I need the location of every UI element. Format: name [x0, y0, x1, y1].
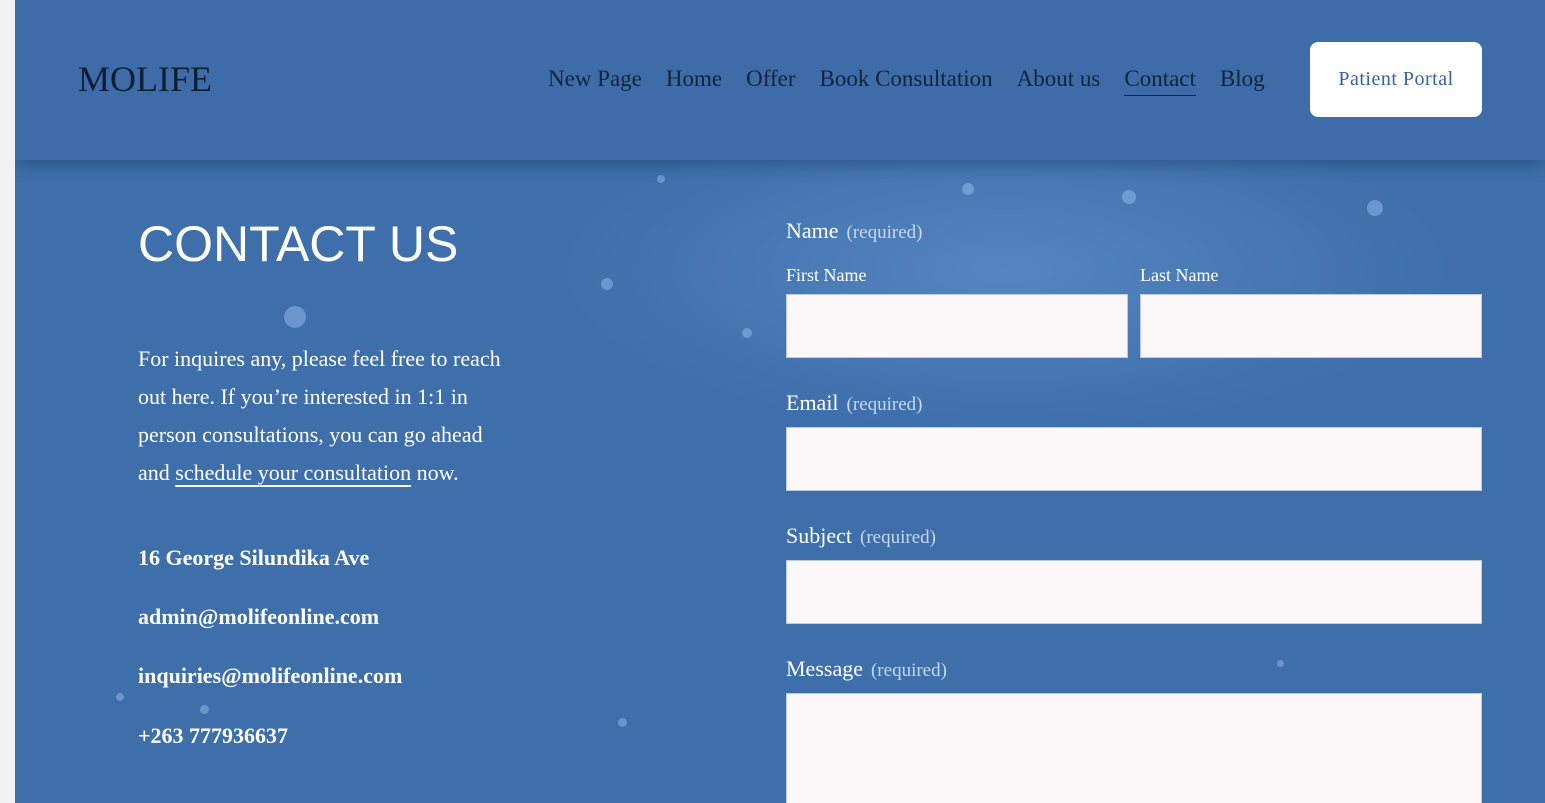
phone-text[interactable]: +263 777936637	[138, 723, 288, 749]
bokeh-dot	[1367, 200, 1383, 216]
nav-link-new-page[interactable]: New Page	[548, 66, 642, 96]
bokeh-dot	[742, 328, 752, 338]
admin-email-text[interactable]: admin@molifeonline.com	[138, 604, 379, 630]
inquiries-email-text[interactable]: inquiries@molifeonline.com	[138, 663, 402, 689]
required-indicator: (required)	[860, 527, 936, 548]
page-title: CONTACT US	[138, 216, 459, 272]
email-label-text: Email	[786, 390, 839, 415]
bokeh-dot	[1122, 190, 1136, 204]
last-name-label: Last Name	[1140, 265, 1219, 285]
site-header: MOLIFE New Page Home Offer Book Consulta…	[15, 0, 1545, 160]
required-indicator: (required)	[870, 660, 947, 681]
nav-link-blog[interactable]: Blog	[1220, 66, 1265, 96]
subject-input[interactable]	[786, 560, 1482, 624]
main-nav: New Page Home Offer Book Consultation Ab…	[548, 66, 1289, 96]
bokeh-dot	[962, 183, 974, 195]
bokeh-dot	[601, 278, 613, 290]
address-text: 16 George Silundika Ave	[138, 545, 370, 570]
message-label: Message (required)	[786, 656, 947, 682]
nav-link-home[interactable]: Home	[666, 66, 722, 96]
required-indicator: (required)	[846, 222, 923, 243]
contact-intro: For inquires any, please feel free to re…	[138, 340, 508, 492]
nav-link-offer[interactable]: Offer	[746, 66, 795, 96]
bokeh-dot	[657, 175, 665, 183]
patient-portal-button[interactable]: Patient Portal	[1310, 42, 1482, 117]
email-label: Email (required)	[786, 390, 923, 416]
name-label-text: Name	[786, 218, 839, 243]
message-label-text: Message	[786, 656, 863, 681]
last-name-input[interactable]	[1140, 294, 1482, 358]
subject-label-text: Subject	[786, 523, 852, 548]
bokeh-dot	[200, 705, 209, 714]
nav-link-book-consultation[interactable]: Book Consultation	[820, 66, 993, 96]
first-name-input[interactable]	[786, 294, 1128, 358]
nav-link-about-us[interactable]: About us	[1017, 66, 1101, 96]
subject-label: Subject (required)	[786, 523, 936, 549]
bokeh-dot	[618, 718, 627, 727]
bokeh-dot	[1277, 660, 1284, 667]
message-textarea[interactable]	[786, 693, 1482, 803]
name-label: Name (required)	[786, 218, 923, 244]
page: MOLIFE New Page Home Offer Book Consulta…	[15, 0, 1545, 803]
bokeh-dot	[116, 693, 124, 701]
intro-text-end: now.	[411, 460, 459, 485]
first-name-label: First Name	[786, 265, 867, 285]
required-indicator: (required)	[846, 394, 923, 415]
schedule-consultation-link[interactable]: schedule your consultation	[175, 460, 411, 485]
site-logo[interactable]: MOLIFE	[78, 58, 212, 100]
nav-link-contact[interactable]: Contact	[1124, 66, 1196, 96]
contact-info-section: CONTACT US For inquires any, please feel…	[138, 215, 508, 748]
email-input[interactable]	[786, 427, 1482, 491]
